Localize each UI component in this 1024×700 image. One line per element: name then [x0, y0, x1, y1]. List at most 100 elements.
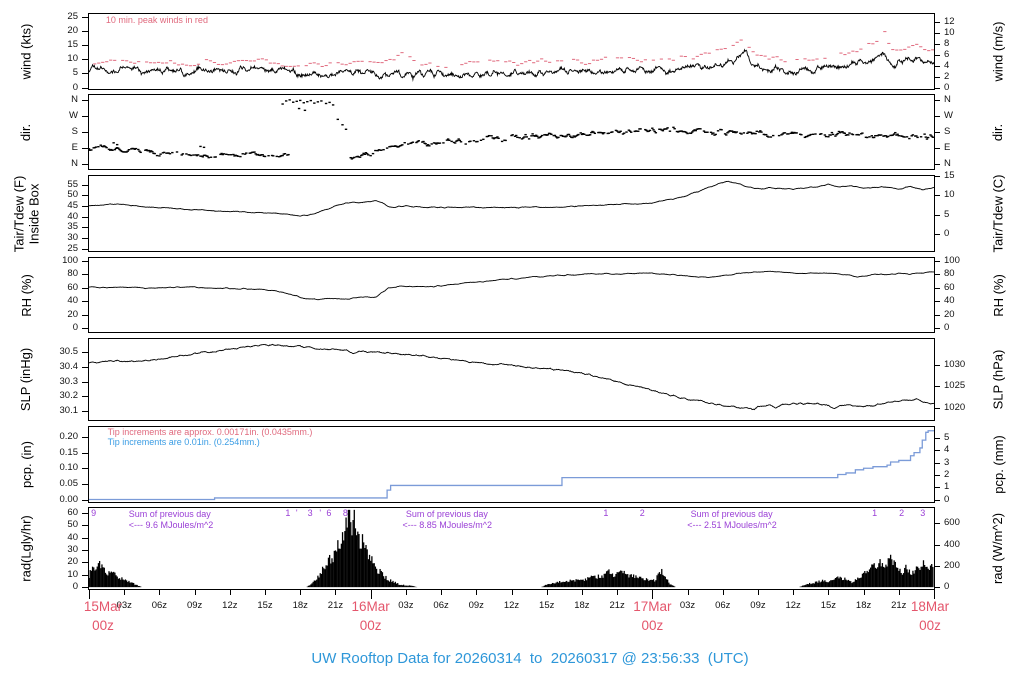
- panel-rh: [88, 257, 935, 333]
- dir-left-axis-title: dir.: [18, 123, 34, 141]
- rad-right-axis-title: rad (W/m^2): [990, 512, 1006, 585]
- wind-annotation-0: 10 min. peak winds in red: [105, 15, 208, 25]
- y-tick: [82, 185, 88, 186]
- pcp-annotation-0: Tip increments are approx. 0.00171in. (0…: [107, 427, 313, 437]
- y-tick: [934, 587, 940, 588]
- x-major-hour-label: 00z: [359, 618, 382, 633]
- y-tick: [82, 468, 88, 469]
- y-tick: [82, 195, 88, 196]
- axis-title-right-wrap: rad (W/m^2): [973, 507, 1023, 590]
- rad-hour-marker: ': [319, 508, 322, 518]
- x-axis-tick: [265, 590, 266, 595]
- y-tick: [82, 31, 88, 32]
- y-tick: [934, 215, 940, 216]
- rad-hour-marker: 1: [872, 508, 878, 518]
- x-axis-tick: [371, 590, 372, 599]
- wind-plot-canvas: [89, 14, 934, 89]
- x-minor-label: 15z: [820, 600, 837, 611]
- x-minor-label: 12z: [503, 600, 520, 611]
- y-tick: [82, 484, 88, 485]
- y-tick: [82, 575, 88, 576]
- y-tick: [82, 164, 88, 165]
- x-minor-label: 18z: [855, 600, 872, 611]
- x-axis-tick: [793, 590, 794, 595]
- y-tick: [934, 66, 940, 67]
- y-tick: [934, 33, 940, 34]
- x-minor-label: 03z: [398, 600, 414, 611]
- x-axis-tick: [652, 590, 653, 599]
- x-axis-tick: [300, 590, 301, 595]
- x-minor-label: 21z: [891, 600, 907, 611]
- y-tick: [934, 148, 940, 149]
- y-tick: [934, 301, 940, 302]
- axis-title-left-wrap: SLP (inHg): [2, 338, 50, 421]
- dir-right-axis-title: dir.: [990, 123, 1006, 141]
- pcp-left-axis-title: pcp. (in): [18, 441, 34, 488]
- y-tick: [934, 315, 940, 316]
- y-tick: [82, 238, 88, 239]
- x-minor-label: 09z: [468, 600, 484, 611]
- slp-right-axis-title: SLP (hPa): [990, 349, 1006, 410]
- x-minor-label: 06z: [433, 600, 449, 611]
- pcp-annotation-1: Tip increments are 0.01in. (0.254mm.): [107, 437, 260, 447]
- y-tick: [82, 116, 88, 117]
- y-tick: [934, 100, 940, 101]
- axis-title-right-wrap: Tair/Tdew (C): [973, 174, 1023, 253]
- y-tick: [82, 396, 88, 397]
- x-major-date-label: 15Mar: [83, 599, 123, 614]
- x-minor-label: 03z: [679, 600, 696, 611]
- axis-title-right-wrap: dir.: [973, 94, 1023, 170]
- x-axis-tick: [617, 590, 618, 595]
- pcp-right-axis-title: pcp. (mm): [990, 435, 1006, 494]
- rad-annotation-5: <--- 2.51 MJoules/m^2: [687, 520, 777, 530]
- wind-right-axis-title: wind (m/s): [990, 21, 1006, 82]
- y-tick: [934, 176, 940, 177]
- y-tick: [82, 437, 88, 438]
- dir-plot-canvas: [89, 95, 934, 169]
- x-major-date-label: 16Mar: [351, 599, 390, 614]
- y-tick: [934, 44, 940, 45]
- rh-plot-canvas: [89, 258, 934, 332]
- x-minor-label: 18z: [292, 600, 308, 611]
- y-tick: [82, 315, 88, 316]
- x-minor-label: 12z: [222, 600, 238, 611]
- y-tick: [934, 328, 940, 329]
- y-tick: [934, 55, 940, 56]
- slp-left-axis-title: SLP (inHg): [18, 347, 34, 412]
- x-axis-tick: [723, 590, 724, 595]
- y-tick: [934, 500, 940, 501]
- y-tick: [934, 566, 940, 567]
- y-tick: [82, 261, 88, 262]
- x-major-date-label: 17Mar: [633, 599, 672, 614]
- y-tick: [82, 88, 88, 89]
- rad-annotation-3: <--- 8.85 MJoules/m^2: [402, 520, 492, 530]
- rad-annotation-0: Sum of previous day: [128, 509, 211, 519]
- meteogram-figure: UW Rooftop Data for 20260314 to 20260317…: [0, 0, 1024, 700]
- axis-title-left-wrap: wind (kts): [2, 13, 50, 90]
- x-axis-tick: [828, 590, 829, 595]
- x-axis-tick: [934, 590, 935, 599]
- y-tick: [934, 116, 940, 117]
- x-axis-tick: [688, 590, 689, 595]
- panel-slp: [88, 338, 935, 421]
- x-axis-tick: [476, 590, 477, 595]
- x-minor-label: 18z: [574, 600, 590, 611]
- axis-title-right-wrap: SLP (hPa): [973, 338, 1023, 421]
- rad-hour-marker: 3: [307, 508, 313, 518]
- rad-hour-marker: 6: [326, 508, 332, 518]
- panel-rad: [88, 507, 935, 590]
- y-tick: [934, 274, 940, 275]
- y-tick: [934, 164, 940, 165]
- rad-hour-marker: 3: [920, 508, 926, 518]
- x-axis-tick: [582, 590, 583, 595]
- rad-annotation-1: <--- 9.6 MJoules/m^2: [128, 520, 214, 530]
- y-tick: [934, 88, 940, 89]
- tair-right-axis-title: Tair/Tdew (C): [990, 174, 1006, 253]
- y-tick: [934, 234, 940, 235]
- axis-title-right-wrap: wind (m/s): [973, 13, 1023, 90]
- y-tick: [82, 17, 88, 18]
- x-major-hour-label: 00z: [92, 618, 114, 633]
- y-tick: [82, 227, 88, 228]
- x-minor-label: 21z: [609, 600, 625, 611]
- axis-title-left-wrap: Tair/Tdew (F) Inside Box: [2, 175, 50, 252]
